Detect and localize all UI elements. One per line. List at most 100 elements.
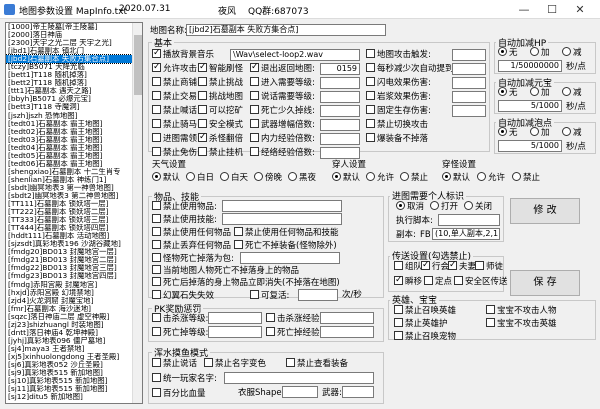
transport-check[interactable]: 夫妻 — [448, 260, 476, 272]
items-check[interactable]: 可复活: — [250, 290, 289, 301]
transport-check[interactable]: 安全区传送 — [454, 276, 508, 287]
transport-check-box[interactable] — [394, 275, 403, 285]
hero-check-box[interactable] — [486, 318, 495, 327]
basic-check[interactable]: 进图需领 — [152, 133, 197, 144]
basic-check-box[interactable] — [250, 91, 259, 100]
list-item[interactable]: [TT222]石墓副本 锁妖塔二层] — [6, 208, 142, 216]
basic-check-box[interactable] — [152, 133, 161, 142]
list-item[interactable]: [bbyh]B5071 必爆元宝] — [6, 95, 142, 103]
monster-option-dot[interactable] — [442, 172, 451, 181]
list-item[interactable]: [jbd2]石墓副本 失败方集合点] — [6, 54, 142, 65]
pk-option[interactable]: 允许 — [366, 172, 394, 183]
basic-check[interactable]: 死亡少久掉线: — [250, 105, 315, 116]
map-list[interactable]: [1000]帝王陵墓[帝王陵墓] [2000]落日神庙 [2300]天宇之光二层 … — [5, 22, 143, 404]
basic-check-box[interactable] — [152, 62, 161, 72]
weather-option-dot[interactable] — [152, 172, 161, 181]
transport-check[interactable]: 组队 — [394, 261, 422, 272]
basic-check-box[interactable] — [250, 133, 259, 142]
pk-option[interactable]: 禁止 — [400, 172, 428, 183]
list-item[interactable]: [tczy]B5071 天降光临 — [6, 63, 142, 71]
list-item[interactable]: [tedt01]石墓副本 霸王地图] — [6, 120, 142, 128]
pk-option-dot[interactable] — [332, 172, 341, 181]
right-check-box[interactable] — [366, 77, 375, 86]
enter-tag-option[interactable]: 关闭 — [464, 201, 492, 212]
close-icon[interactable]: ✕ — [566, 0, 594, 19]
masked-check[interactable]: 禁止查看装备 — [286, 358, 348, 369]
weather-option[interactable]: 傍晚 — [254, 172, 282, 183]
lava-field[interactable] — [452, 91, 486, 103]
list-item[interactable]: [tedt04]石墓副本 霸王地图] — [6, 144, 142, 152]
basic-check-box[interactable] — [250, 62, 259, 72]
list-item[interactable]: [jyhj]真彩地表096 僵尸墓地] — [6, 337, 142, 345]
basic-check-box[interactable] — [250, 105, 259, 114]
right-check-box[interactable] — [366, 133, 375, 142]
list-item[interactable]: [xj5]xinhuolongdong 王者圣殿] — [6, 353, 142, 361]
weather-option[interactable]: 白天 — [220, 172, 248, 183]
weather-option[interactable]: 黑夜 — [288, 172, 316, 183]
play-music-check-box[interactable] — [152, 48, 161, 58]
hero-check[interactable]: 禁止英雄护 — [394, 318, 448, 329]
weather-option[interactable]: 默认 — [152, 172, 180, 183]
list-item[interactable]: [tedt05]石墓副本 霸王地图] — [6, 152, 142, 160]
list-item[interactable]: [jbd1]石墓副本 镇北门 — [6, 47, 142, 55]
items-check[interactable]: 禁止丢弃任何物品 — [152, 240, 231, 251]
transport-check-box[interactable] — [424, 276, 433, 285]
meridian-exp-field[interactable] — [320, 147, 360, 159]
kill-exp-field[interactable] — [320, 312, 374, 324]
auto_pt-option-dot[interactable] — [498, 127, 507, 136]
transport-check-box[interactable] — [448, 260, 457, 270]
items-check[interactable]: 禁止使用技能: — [152, 214, 217, 225]
enter-tag-option[interactable]: 取消 — [396, 201, 424, 212]
enter-tag-option[interactable]: 打开 — [430, 201, 458, 212]
monster-option[interactable]: 允许 — [477, 172, 505, 183]
masked-check[interactable]: 百分比血量 — [152, 388, 206, 399]
items-check[interactable]: 怪物死亡掉落为包: — [152, 253, 234, 264]
transport-check-box[interactable] — [454, 276, 463, 285]
auto_hp-option-dot[interactable] — [530, 47, 539, 56]
monster-option[interactable]: 禁止 — [512, 172, 540, 183]
map-name-field[interactable]: [jbd2]石墓副本 失败方集合点] — [186, 24, 386, 36]
auto_mp-option[interactable]: 加 — [530, 87, 550, 98]
death-exp-field[interactable] — [320, 326, 374, 338]
talk-level-field[interactable] — [320, 91, 360, 103]
inner-exp-field[interactable] — [320, 133, 360, 145]
list-item[interactable]: [bett3]T118 寺魔洞] — [6, 103, 142, 111]
weather-option-dot[interactable] — [186, 172, 195, 181]
basic-check[interactable]: 禁止免伤 — [152, 147, 197, 158]
copy-field[interactable]: (10,单人副本,2,1 ) — [432, 228, 500, 240]
basic-check-box[interactable] — [198, 77, 207, 86]
basic-check[interactable]: 内力经验倍数: — [250, 133, 315, 144]
list-item[interactable]: [fmdg21]BD013 封魔地宫二层] — [6, 256, 142, 264]
auto_mp-option[interactable]: 减 — [562, 87, 582, 98]
basic-check[interactable]: 禁止商铺 — [152, 77, 197, 88]
list-item[interactable]: [TT111]石墓副本 锁妖塔一层] — [6, 200, 142, 208]
transport-check[interactable]: 定点 — [424, 276, 452, 287]
forbid-skill-field[interactable] — [222, 213, 342, 225]
auto_pt-option[interactable]: 无 — [498, 127, 518, 138]
weather-option-dot[interactable] — [220, 172, 229, 181]
pkexp-check[interactable]: 死亡掉等级: — [152, 327, 208, 338]
enter-tag-option-dot[interactable] — [464, 201, 473, 210]
pkexp-check[interactable]: 死亡掉经验: — [266, 327, 322, 338]
list-item[interactable]: [sj11]真彩地表515 新加地图] — [6, 385, 142, 393]
basic-check[interactable]: 禁止喊话 — [152, 105, 197, 116]
basic-check[interactable]: 杀怪翻倍 — [198, 132, 243, 144]
masked-check-box[interactable] — [152, 373, 161, 382]
scrollbar-thumb[interactable] — [134, 35, 142, 95]
pkexp-check[interactable]: 击杀涨等级: — [152, 313, 208, 324]
list-item[interactable]: [zjd4]火龙洞窟 封魔宝地] — [6, 297, 142, 305]
basic-check-box[interactable] — [152, 91, 161, 100]
lightning-field[interactable] — [452, 77, 486, 89]
items-check-box[interactable] — [152, 290, 161, 299]
basic-check-box[interactable] — [250, 147, 259, 156]
list-item[interactable]: [sj12]ditu5 新加地图] — [6, 393, 142, 401]
list-item[interactable]: [jszh]jszh 恐怖地图] — [6, 112, 142, 120]
list-item[interactable]: [tedt02]石墓副本 霸王地图] — [6, 128, 142, 136]
list-item[interactable]: [2300]天宇之光二层 天宇之光] — [6, 39, 142, 47]
auto_pt-option[interactable]: 加 — [530, 127, 550, 138]
list-item[interactable]: [hddt111]石墓副本 活动地图] — [6, 232, 142, 240]
masked-check[interactable]: 禁止名字变色 — [204, 358, 266, 369]
basic-check-box[interactable] — [152, 105, 161, 114]
clothes-field[interactable] — [282, 386, 318, 398]
auto_hp-field[interactable]: 1/50000000 — [498, 60, 562, 72]
